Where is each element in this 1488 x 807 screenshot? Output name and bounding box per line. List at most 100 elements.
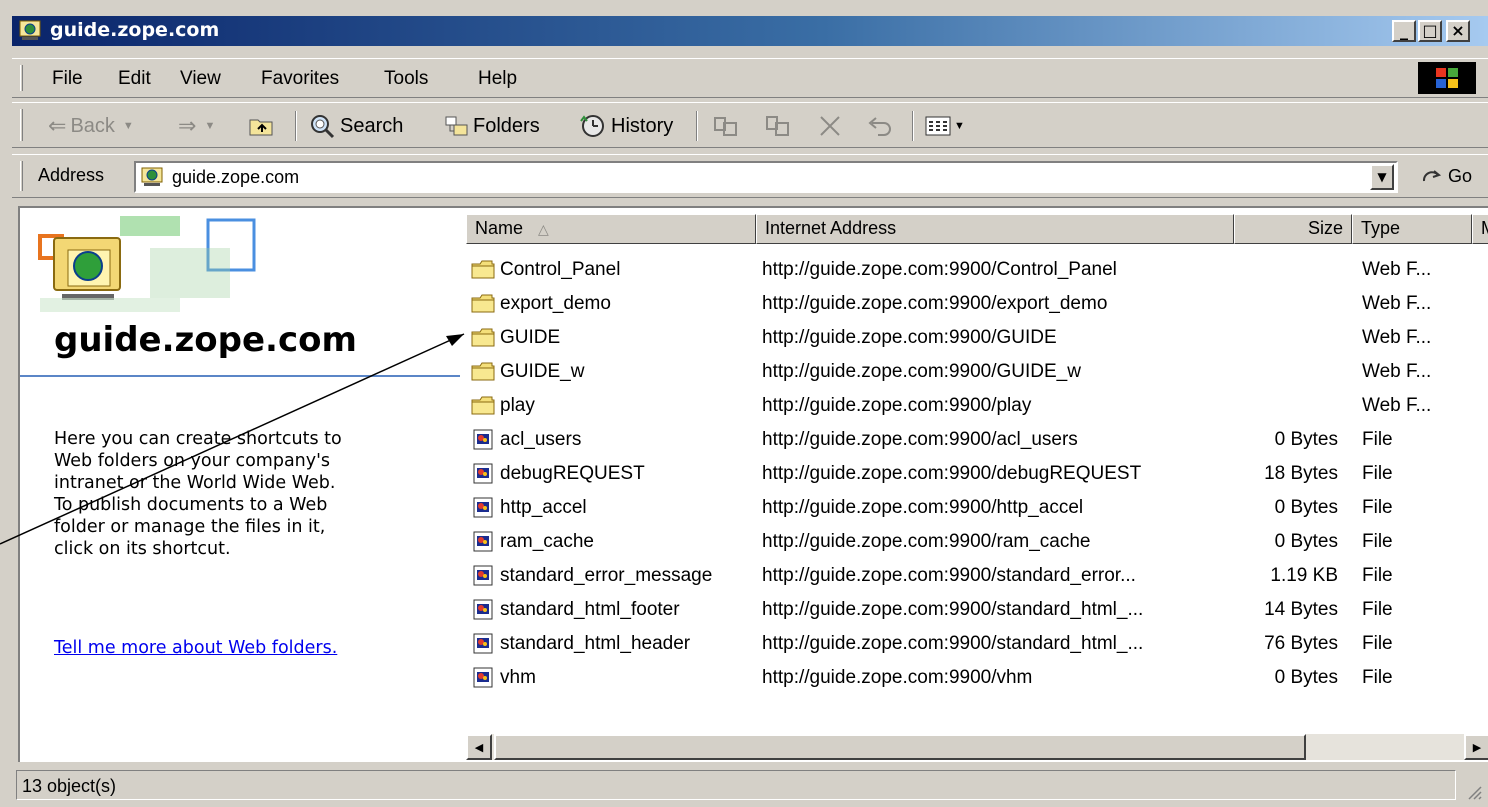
pane-description: Here you can create shortcuts to Web fol… <box>54 429 342 559</box>
file-list-row[interactable]: standard_error_message http://guide.zope.… <box>466 558 1488 592</box>
views-icon <box>925 116 951 136</box>
row-type: File <box>1362 565 1393 586</box>
file-list: Name △ Internet Address Size Type M Cont… <box>466 214 1488 736</box>
address-grip[interactable] <box>20 161 23 191</box>
row-internet-address: http://guide.zope.com:9900/play <box>762 395 1032 416</box>
row-internet-address: http://guide.zope.com:9900/vhm <box>762 667 1033 688</box>
resize-grip-icon[interactable] <box>1464 782 1482 800</box>
toolbar-grip[interactable] <box>20 109 23 141</box>
back-button[interactable]: ⇐ Back ▼ <box>48 110 134 142</box>
delete-button[interactable] <box>816 110 844 142</box>
folder-icon <box>471 260 495 279</box>
title-bar[interactable]: guide.zope.com _ □ × <box>12 16 1488 46</box>
column-header-more[interactable]: M <box>1472 214 1488 244</box>
address-label: Address <box>38 165 105 185</box>
file-list-row[interactable]: debugREQUEST http://guide.zope.com:9900/d… <box>466 456 1488 490</box>
menu-help[interactable]: Help <box>478 68 517 90</box>
search-label: Search <box>340 114 404 137</box>
windows-flag-icon <box>1436 68 1458 88</box>
row-type: Web F... <box>1362 259 1432 280</box>
row-internet-address: http://guide.zope.com:9900/standard_html… <box>762 599 1144 620</box>
row-name: acl_users <box>500 429 582 450</box>
menu-edit[interactable]: Edit <box>118 68 151 90</box>
row-internet-address: http://guide.zope.com:9900/ram_cache <box>762 531 1091 552</box>
undo-button[interactable] <box>864 110 894 142</box>
file-list-row[interactable]: standard_html_header http://guide.zope.co… <box>466 626 1488 660</box>
scroll-right-button[interactable]: ▶ <box>1464 734 1488 760</box>
forward-arrow-icon: ⇒ <box>178 113 197 138</box>
file-icon <box>473 497 493 518</box>
file-list-row[interactable]: vhm http://guide.zope.com:9900/vhm 0 Bytes… <box>466 660 1488 694</box>
windows-logo-icon <box>1418 62 1476 94</box>
web-folders-help-link[interactable]: Tell me more about Web folders. <box>54 638 337 658</box>
row-name: play <box>500 395 535 416</box>
address-dropdown-button[interactable]: ▼ <box>1370 164 1394 190</box>
row-internet-address: http://guide.zope.com:9900/debugREQUEST <box>762 463 1142 484</box>
close-button[interactable]: × <box>1446 20 1470 42</box>
row-size: 0 Bytes <box>1274 667 1338 688</box>
row-internet-address: http://guide.zope.com:9900/acl_users <box>762 429 1078 450</box>
row-internet-address: http://guide.zope.com:9900/GUIDE <box>762 327 1057 348</box>
up-folder-icon <box>249 119 273 136</box>
row-internet-address: http://guide.zope.com:9900/standard_html… <box>762 633 1144 654</box>
column-header-type[interactable]: Type <box>1352 214 1472 244</box>
file-icon <box>473 599 493 620</box>
row-internet-address: http://guide.zope.com:9900/Control_Panel <box>762 259 1117 280</box>
row-type: File <box>1362 667 1393 688</box>
folder-icon <box>471 362 495 381</box>
file-list-row[interactable]: Control_Panel http://guide.zope.com:9900/… <box>466 252 1488 286</box>
column-name-label: Name <box>475 218 524 238</box>
row-type: Web F... <box>1362 293 1432 314</box>
file-list-row[interactable]: ram_cache http://guide.zope.com:9900/ram_… <box>466 524 1488 558</box>
row-internet-address: http://guide.zope.com:9900/http_accel <box>762 497 1084 518</box>
row-type: Web F... <box>1362 361 1432 382</box>
menu-favorites[interactable]: Favorites <box>261 68 339 90</box>
column-header-name[interactable]: Name △ <box>466 214 756 244</box>
menu-file[interactable]: File <box>52 68 83 90</box>
file-list-row[interactable]: GUIDE_w http://guide.zope.com:9900/GUIDE_… <box>466 354 1488 388</box>
status-bar: 13 object(s) <box>12 766 1488 804</box>
row-size: 14 Bytes <box>1264 599 1338 620</box>
toolbar-separator <box>696 111 698 141</box>
window-title: guide.zope.com <box>50 19 220 41</box>
search-icon <box>311 115 335 139</box>
column-header-internet-address[interactable]: Internet Address <box>756 214 1234 244</box>
go-button[interactable]: Go <box>1420 165 1472 187</box>
status-text: 13 object(s) <box>22 776 117 796</box>
row-type: File <box>1362 531 1393 552</box>
row-name: standard_html_footer <box>500 599 680 620</box>
row-name: standard_error_message <box>500 565 713 586</box>
row-name: GUIDE_w <box>500 361 585 382</box>
file-list-row[interactable]: play http://guide.zope.com:9900/play Web F… <box>466 388 1488 422</box>
file-list-row[interactable]: http_accel http://guide.zope.com:9900/htt… <box>466 490 1488 524</box>
forward-button[interactable]: ⇒ ▼ <box>178 110 215 142</box>
column-header-size[interactable]: Size <box>1234 214 1352 244</box>
folders-button[interactable]: Folders <box>444 110 540 142</box>
history-button[interactable]: History <box>578 110 673 142</box>
file-icon <box>473 633 493 654</box>
row-size: 1.19 KB <box>1270 565 1338 586</box>
address-input[interactable]: guide.zope.com ▼ <box>134 161 1398 193</box>
row-type: File <box>1362 497 1393 518</box>
file-list-row[interactable]: export_demo http://guide.zope.com:9900/ex… <box>466 286 1488 320</box>
row-size: 0 Bytes <box>1274 429 1338 450</box>
menu-grip[interactable] <box>20 65 23 91</box>
file-list-row[interactable]: standard_html_footer http://guide.zope.co… <box>466 592 1488 626</box>
views-button[interactable]: ▼ <box>924 110 965 142</box>
move-to-button[interactable] <box>712 110 740 142</box>
menu-tools[interactable]: Tools <box>384 68 428 90</box>
folder-icon <box>471 396 495 415</box>
row-type: File <box>1362 633 1393 654</box>
search-button[interactable]: Search <box>308 110 403 142</box>
menu-view[interactable]: View <box>180 68 221 90</box>
copy-to-button[interactable] <box>764 110 792 142</box>
minimize-button[interactable]: _ <box>1392 20 1416 42</box>
file-list-row[interactable]: acl_users http://guide.zope.com:9900/acl_… <box>466 422 1488 456</box>
horizontal-scrollbar[interactable]: ◀ ▶ <box>466 734 1488 760</box>
scroll-left-button[interactable]: ◀ <box>466 734 492 760</box>
up-folder-button[interactable] <box>248 110 276 142</box>
maximize-button[interactable]: □ <box>1418 20 1442 42</box>
scroll-thumb[interactable] <box>494 734 1306 760</box>
row-size: 0 Bytes <box>1274 531 1338 552</box>
file-list-row[interactable]: GUIDE http://guide.zope.com:9900/GUIDE Web… <box>466 320 1488 354</box>
